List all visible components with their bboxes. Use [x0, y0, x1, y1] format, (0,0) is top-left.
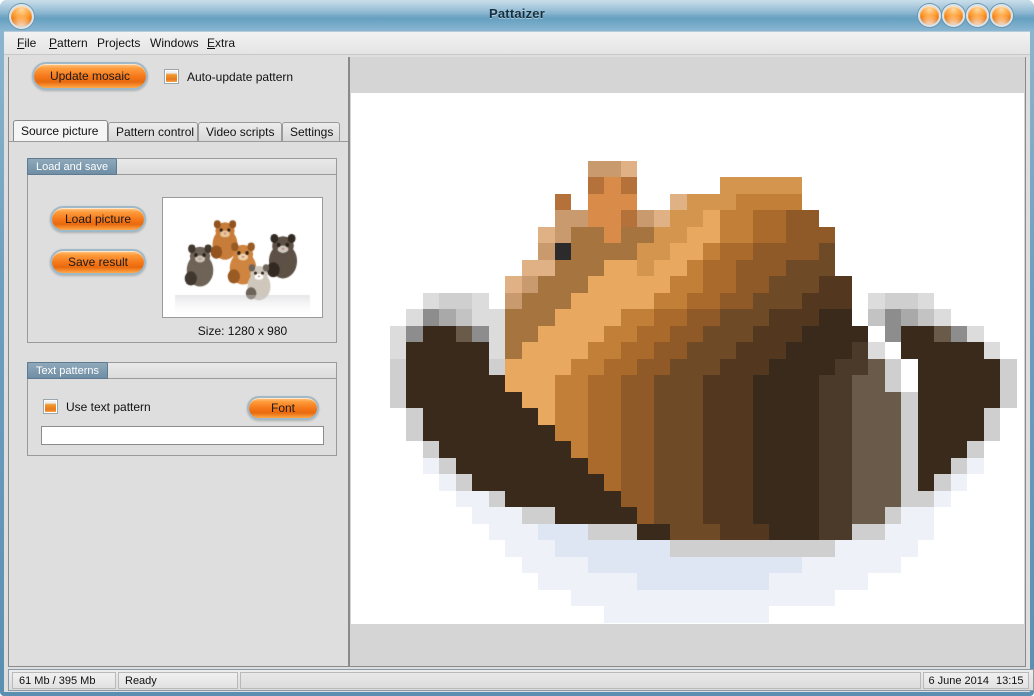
group-text-title: Text patterns: [27, 362, 108, 379]
source-thumbnail: [163, 198, 322, 317]
group-text-patterns: Text patterns Use text pattern Font: [27, 362, 337, 456]
status-memory: 61 Mb / 395 Mb: [12, 672, 116, 689]
status-datetime: 6 June 2014 13:15: [923, 672, 1029, 689]
minimize-orb-icon[interactable]: [918, 4, 941, 27]
tab-settings[interactable]: Settings: [282, 122, 340, 141]
auto-update-checkbox[interactable]: [164, 69, 179, 84]
menu-windows[interactable]: Windows: [147, 36, 202, 50]
tab-strip: Source picture Pattern control Video scr…: [9, 120, 348, 141]
source-size-label: Size: 1280 x 980: [197, 324, 288, 338]
close-orb-icon[interactable]: [990, 4, 1013, 27]
window-title: Pattaizer: [489, 6, 545, 21]
restore-orb-icon[interactable]: [966, 4, 989, 27]
load-picture-button[interactable]: Load picture: [50, 206, 146, 232]
maximize-orb-icon[interactable]: [942, 4, 965, 27]
preview-canvas[interactable]: [351, 93, 1024, 624]
source-thumbnail-frame[interactable]: [162, 197, 323, 318]
tab-video-scripts[interactable]: Video scripts: [198, 122, 282, 141]
auto-update-label: Auto-update pattern: [187, 70, 294, 84]
title-bar: Pattaizer: [0, 0, 1034, 31]
status-state: Ready: [118, 672, 238, 689]
mosaic-preview-canvas[interactable]: [373, 111, 1024, 623]
menu-file[interactable]: File: [14, 36, 39, 50]
status-bar: 61 Mb / 395 Mb Ready 6 June 2014 13:15: [8, 669, 1034, 691]
group-load-title: Load and save: [27, 158, 118, 175]
status-time: 13:15: [996, 674, 1024, 687]
menu-extra[interactable]: Extra: [204, 36, 238, 50]
use-text-pattern-checkbox[interactable]: [43, 399, 58, 414]
text-pattern-input[interactable]: [41, 426, 324, 445]
menu-bar: File Pattern Projects Windows Extra: [4, 32, 1030, 55]
use-text-pattern-label: Use text pattern: [66, 400, 151, 414]
left-panel: Update mosaic Auto-update pattern Source…: [8, 57, 349, 667]
menu-projects[interactable]: Projects: [94, 36, 143, 50]
client-area: File Pattern Projects Windows Extra Upda…: [4, 31, 1034, 692]
tab-source-picture[interactable]: Source picture: [13, 120, 108, 141]
update-mosaic-button[interactable]: Update mosaic: [32, 62, 148, 90]
toolbar: Update mosaic Auto-update pattern: [9, 57, 348, 120]
tab-page-source-picture: Load and save Load picture Save result S…: [9, 141, 348, 665]
font-button[interactable]: Font: [247, 396, 319, 420]
tab-pattern-control[interactable]: Pattern control: [108, 122, 198, 141]
save-result-button[interactable]: Save result: [50, 249, 146, 275]
app-window: Pattaizer File Pattern Projects Windows …: [0, 0, 1034, 696]
preview-panel[interactable]: [349, 57, 1026, 667]
status-date: 6 June 2014: [928, 674, 990, 687]
menu-pattern[interactable]: Pattern: [46, 36, 91, 50]
group-load-and-save: Load and save Load picture Save result S…: [27, 158, 337, 343]
status-progress: [240, 672, 921, 689]
